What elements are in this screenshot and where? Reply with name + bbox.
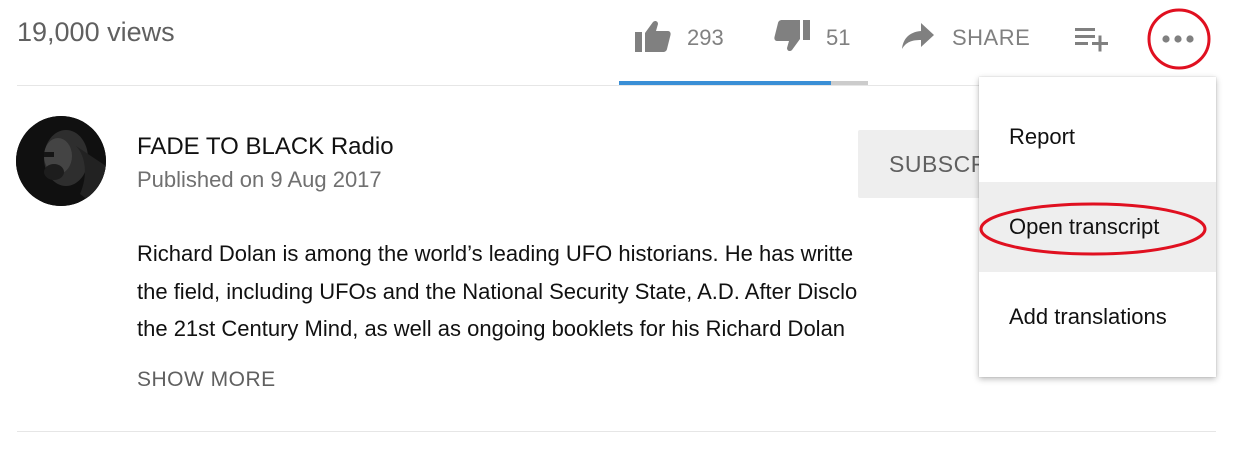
thumbs-up-icon xyxy=(635,20,671,57)
share-label: SHARE xyxy=(952,25,1031,50)
more-horizontal-icon xyxy=(1161,30,1195,48)
menu-item-open-transcript[interactable]: Open transcript xyxy=(979,182,1216,272)
dislike-count: 51 xyxy=(826,25,851,50)
channel-name[interactable]: FADE TO BLACK Radio xyxy=(137,133,394,161)
like-count: 293 xyxy=(687,25,724,50)
thumbs-down-icon xyxy=(774,19,810,57)
video-description: Richard Dolan is among the world’s leadi… xyxy=(137,235,997,348)
description-line: the field, including UFOs and the Nation… xyxy=(137,278,858,304)
more-actions-menu: Report Open transcript Add translations xyxy=(979,77,1216,377)
menu-item-report[interactable]: Report xyxy=(979,92,1216,182)
show-more-button[interactable]: SHOW MORE xyxy=(137,368,276,392)
description-line: the 21st Century Mind, as well as ongoin… xyxy=(137,316,846,341)
more-actions-button[interactable] xyxy=(1148,10,1208,68)
description-line: Richard Dolan is among the world’s leadi… xyxy=(137,241,854,266)
dislike-button[interactable]: 51 xyxy=(774,19,851,57)
view-count: 19,000 views xyxy=(17,17,175,47)
divider xyxy=(17,431,1216,432)
channel-avatar[interactable] xyxy=(16,116,106,206)
playlist-add-icon xyxy=(1075,24,1109,57)
menu-item-add-translations[interactable]: Add translations xyxy=(979,272,1216,362)
share-arrow-icon xyxy=(902,22,934,54)
publish-date: Published on 9 Aug 2017 xyxy=(137,167,382,192)
share-button[interactable]: SHARE xyxy=(902,20,1030,56)
like-button[interactable]: 293 xyxy=(635,20,724,56)
save-to-playlist-button[interactable] xyxy=(1075,22,1109,58)
